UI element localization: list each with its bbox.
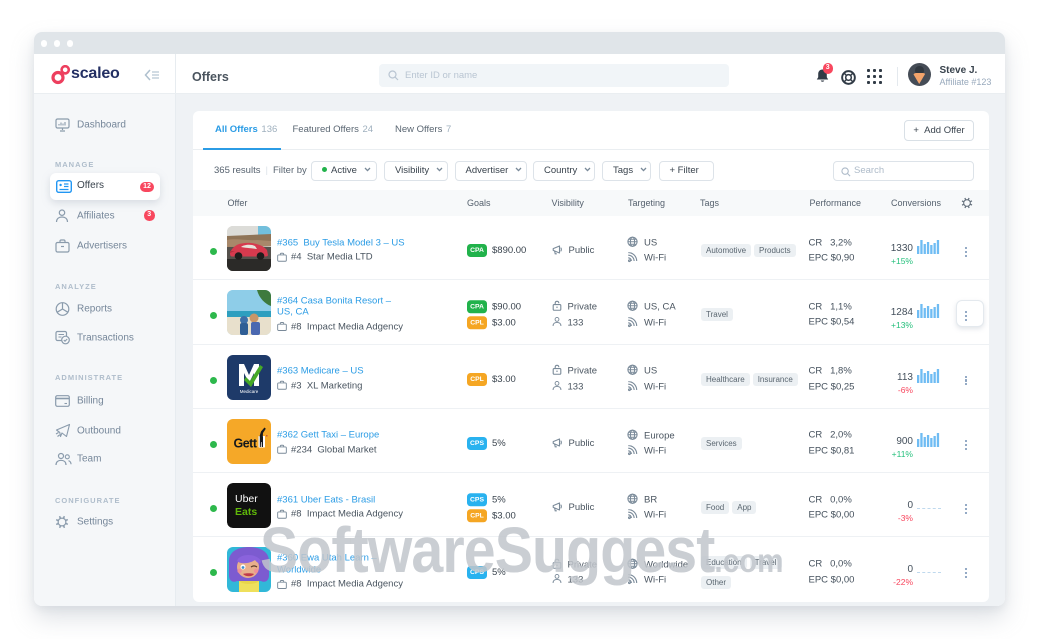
svg-text:Eats: Eats [235, 506, 257, 518]
svg-text:Gett: Gett [234, 436, 258, 450]
svg-text:Medicare: Medicare [240, 389, 259, 394]
svg-text:Uber: Uber [235, 493, 258, 505]
